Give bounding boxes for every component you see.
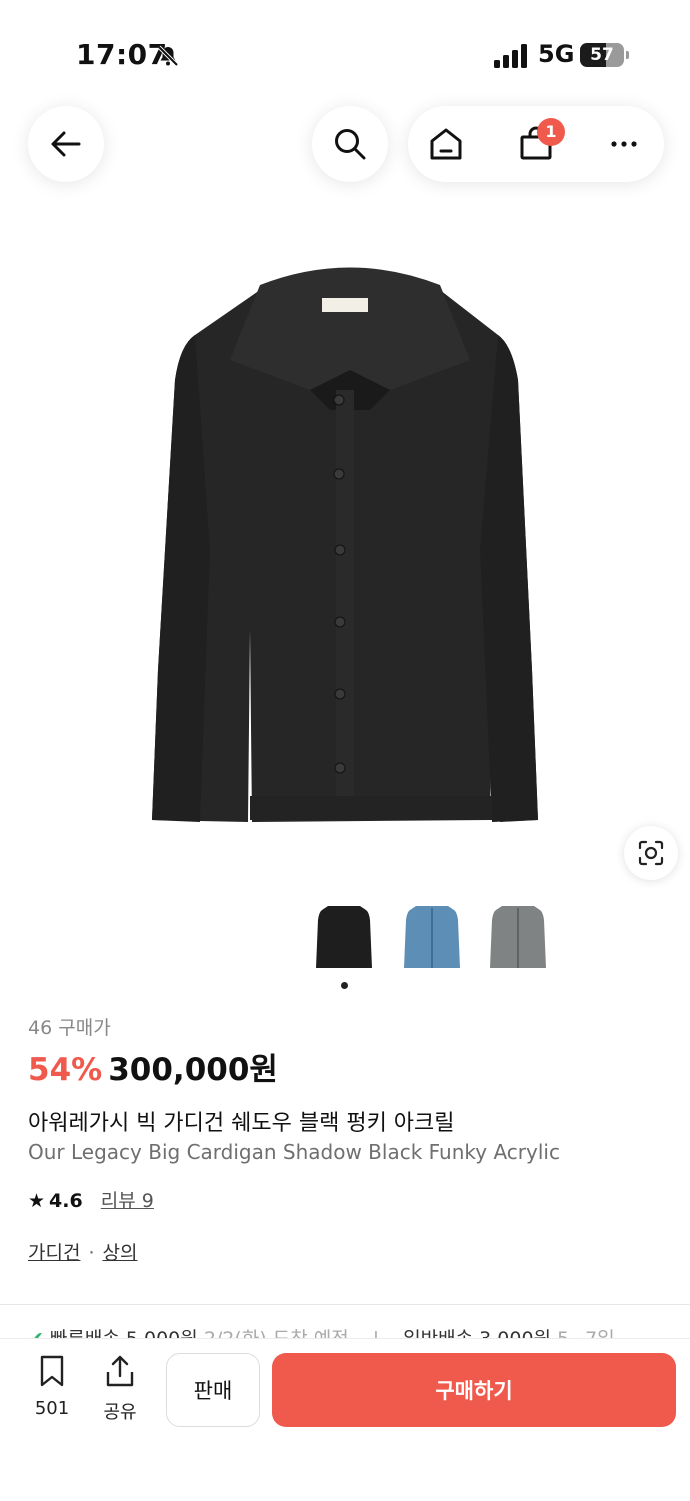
share-button[interactable]: 공유 — [92, 1354, 148, 1424]
rating-value: 4.6 — [49, 1190, 83, 1212]
divider — [0, 1304, 690, 1305]
home-icon — [430, 128, 462, 160]
status-bar: 17:07 5G 57 — [0, 0, 690, 100]
status-time: 17:07 — [76, 38, 168, 71]
review-link[interactable]: 리뷰 9 — [101, 1190, 154, 1212]
price: 300,000원 — [108, 1052, 278, 1088]
thumbnail-grey[interactable] — [480, 898, 556, 978]
bookmark-button[interactable]: 501 — [24, 1354, 80, 1419]
carousel-page-indicator — [341, 982, 348, 989]
battery-icon: 57 — [580, 43, 630, 69]
product-name-ko: 아워레가시 빅 가디건 쉐도우 블랙 펑키 아크릴 — [28, 1111, 455, 1136]
thumbnail-blue[interactable] — [394, 898, 470, 978]
category-link-top[interactable]: 상의 — [103, 1242, 138, 1264]
cart-count-badge: 1 — [537, 118, 565, 146]
camera-scan-icon — [638, 840, 664, 866]
nav-actions-group — [408, 106, 664, 182]
more-button[interactable] — [588, 106, 660, 182]
search-button[interactable] — [312, 106, 388, 182]
product-name-en: Our Legacy Big Cardigan Shadow Black Fun… — [28, 1140, 560, 1164]
price-row: 54% 300,000원 — [28, 1044, 278, 1088]
thumbnail-black[interactable] — [306, 898, 382, 978]
category-link-cardigan[interactable]: 가디건 — [28, 1242, 80, 1264]
fast-shipping-date: 2/2(화) 도착 예정 — [204, 1328, 349, 1338]
purchase-count: 46 구매가 — [28, 1013, 111, 1040]
discount-rate: 54% — [28, 1052, 103, 1088]
fast-shipping-label: 빠른배송 5,000원 — [50, 1328, 198, 1338]
normal-shipping-date: 5~7일 — [557, 1328, 615, 1338]
battery-level: 57 — [590, 45, 614, 65]
category-breadcrumb: 가디건 · 상의 — [28, 1238, 137, 1265]
bookmark-count: 501 — [34, 1398, 70, 1419]
more-icon — [611, 141, 637, 147]
purchase-count-value: 46 — [28, 1017, 53, 1039]
purchase-count-label: 구매가 — [58, 1017, 111, 1039]
back-button[interactable] — [28, 106, 104, 182]
normal-shipping-label: 일반배송 3,000원 — [403, 1328, 551, 1338]
back-arrow-icon — [51, 131, 81, 157]
network-type: 5G — [538, 40, 575, 68]
sell-button[interactable]: 판매 — [166, 1353, 260, 1427]
shipping-options[interactable]: ✔빠른배송 5,000원 2/2(화) 도착 예정 | 일반배송 3,000원 … — [28, 1326, 668, 1338]
home-button[interactable] — [410, 106, 482, 182]
cart-button[interactable] — [500, 106, 572, 182]
star-icon: ★ — [28, 1190, 46, 1212]
category-separator: · — [88, 1242, 95, 1264]
product-image[interactable] — [140, 250, 560, 840]
buy-button[interactable]: 구매하기 — [272, 1353, 676, 1427]
image-search-button[interactable] — [624, 826, 678, 880]
check-icon: ✔ — [28, 1328, 44, 1338]
bookmark-icon — [40, 1355, 64, 1387]
signal-icon — [494, 44, 527, 68]
share-icon — [106, 1355, 134, 1387]
rating-row: ★ 4.6 리뷰 9 — [28, 1186, 154, 1213]
search-icon — [335, 129, 366, 160]
share-label: 공유 — [103, 1402, 137, 1423]
bell-muted-icon — [157, 45, 179, 67]
